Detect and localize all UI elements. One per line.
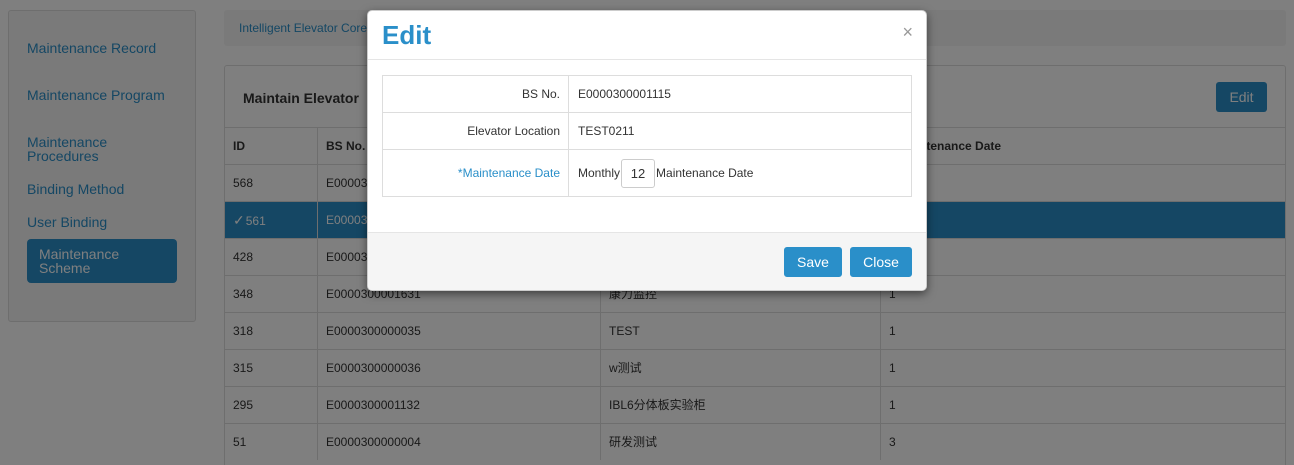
location-label: Elevator Location [383, 113, 569, 149]
save-button[interactable]: Save [784, 247, 842, 277]
modal-header: Edit × [368, 11, 926, 60]
form-row-maintenance-date: *Maintenance Date Monthly Maintenance Dat… [383, 150, 911, 196]
bs-no-label: BS No. [383, 76, 569, 112]
maintenance-date-suffix: Maintenance Date [656, 166, 754, 180]
modal-footer: Save Close [368, 232, 926, 290]
form-row-bs-no: BS No. E0000300001115 [383, 76, 911, 113]
edit-form: BS No. E0000300001115 Elevator Location … [382, 75, 912, 197]
bs-no-value: E0000300001115 [578, 87, 671, 101]
close-button[interactable]: Close [850, 247, 912, 277]
maintenance-date-value: Monthly Maintenance Date [578, 150, 753, 196]
edit-modal: Edit × BS No. E0000300001115 Elevator Lo… [367, 10, 927, 291]
modal-title: Edit [382, 20, 432, 50]
monthly-prefix: Monthly [578, 166, 621, 180]
maintenance-day-input[interactable] [621, 159, 656, 189]
maintenance-date-label: *Maintenance Date [383, 150, 569, 196]
location-value: TEST0211 [578, 124, 635, 138]
close-icon[interactable]: × [902, 22, 913, 42]
form-row-location: Elevator Location TEST0211 [383, 113, 911, 150]
